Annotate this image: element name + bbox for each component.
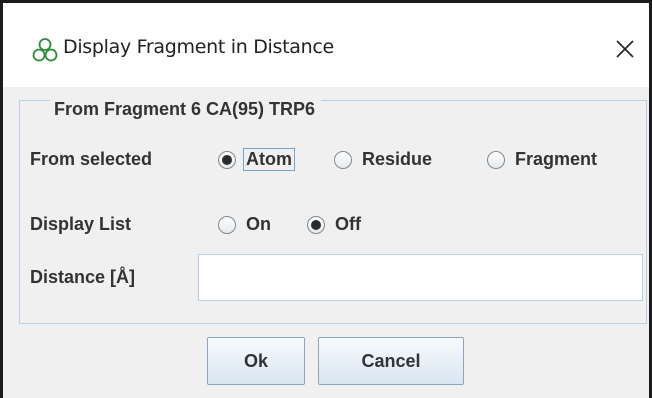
display-list-label: Display List: [30, 214, 132, 234]
radio-atom-indicator: [218, 150, 236, 169]
radio-fragment-indicator: [487, 150, 505, 169]
radio-atom-label: Atom: [243, 148, 295, 171]
radio-off-indicator: [307, 215, 325, 234]
ok-button[interactable]: Ok: [207, 337, 305, 385]
radio-atom[interactable]: Atom: [218, 148, 295, 171]
close-icon[interactable]: [612, 36, 638, 62]
dialog-content: From Fragment 6 CA(95) TRP6 From selecte…: [3, 87, 649, 398]
group-legend: From Fragment 6 CA(95) TRP6: [50, 99, 322, 120]
fragment-group-box: From Fragment 6 CA(95) TRP6 From selecte…: [19, 99, 647, 324]
from-selected-label: From selected: [30, 149, 153, 169]
radio-fragment[interactable]: Fragment: [487, 149, 597, 170]
radio-on[interactable]: On: [218, 214, 271, 235]
radio-fragment-label: Fragment: [515, 149, 598, 169]
radio-off[interactable]: Off: [307, 214, 361, 235]
radio-off-label: Off: [335, 214, 361, 234]
molecule-icon: [32, 38, 58, 62]
radio-on-indicator: [218, 215, 236, 234]
distance-label: Distance [Å]: [30, 267, 136, 287]
radio-residue-label: Residue: [362, 149, 433, 169]
title-bar: Display Fragment in Distance: [3, 3, 649, 87]
window-title: Display Fragment in Distance: [63, 36, 334, 58]
distance-input[interactable]: [198, 254, 643, 301]
radio-residue-indicator: [334, 150, 352, 169]
radio-on-label: On: [246, 214, 271, 234]
radio-residue[interactable]: Residue: [334, 149, 432, 170]
cancel-button[interactable]: Cancel: [318, 337, 464, 385]
